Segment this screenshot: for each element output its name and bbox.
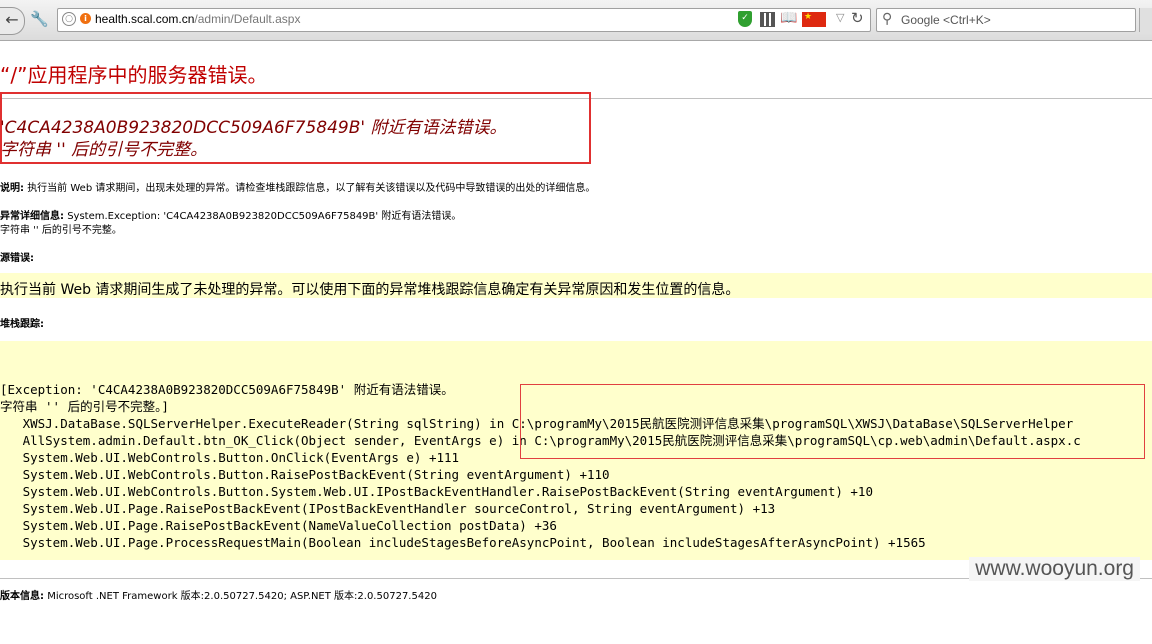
source-error-box: 执行当前 Web 请求期间生成了未处理的异常。可以使用下面的异常堆栈跟踪信息确定…	[0, 273, 1152, 298]
wrench-icon[interactable]: 🔧	[30, 10, 49, 28]
url-host: health.scal.com.cn	[95, 12, 195, 26]
exception-details: 异常详细信息: System.Exception: 'C4CA4238A0B92…	[0, 207, 461, 222]
url-text[interactable]: health.scal.com.cn/admin/Default.aspx	[95, 12, 300, 26]
exception-text: System.Exception: 'C4CA4238A0B923820DCC5…	[67, 211, 462, 222]
search-placeholder: Google <Ctrl+K>	[901, 13, 991, 27]
search-input[interactable]: ⚲ Google <Ctrl+K>	[876, 8, 1136, 32]
china-flag-icon[interactable]: ★	[802, 12, 826, 27]
source-error-text: 执行当前 Web 请求期间生成了未处理的异常。可以使用下面的异常堆栈跟踪信息确定…	[0, 282, 740, 298]
source-error-heading: 源错误:	[0, 249, 34, 264]
reader-mode-icon[interactable]: 📖	[780, 10, 797, 26]
stack-trace-line: System.Web.UI.Page.ProcessRequestMain(Bo…	[0, 535, 926, 550]
exception-text-2: 字符串 '' 后的引号不完整。	[0, 225, 122, 236]
exception-details-line2: 字符串 '' 后的引号不完整。	[0, 221, 122, 236]
stack-trace-line: System.Web.UI.WebControls.Button.System.…	[0, 484, 873, 499]
page-title: “/”应用程序中的服务器错误。	[0, 63, 268, 87]
annotation-box-stack	[520, 384, 1145, 459]
stack-trace-line: System.Web.UI.WebControls.Button.RaisePo…	[0, 467, 610, 482]
stack-trace-label: 堆栈跟踪:	[0, 319, 44, 330]
source-error-label: 源错误:	[0, 253, 34, 264]
reload-icon[interactable]: ↻	[851, 9, 864, 27]
error-message-line2: 字符串 '' 后的引号不完整。	[0, 140, 208, 160]
back-arrow-icon[interactable]: ←	[0, 7, 25, 35]
description-text: 执行当前 Web 请求期间，出现未处理的异常。请检查堆栈跟踪信息，以了解有关该错…	[27, 183, 596, 194]
stack-trace-line: System.Web.UI.Page.RaisePostBackEvent(Na…	[0, 518, 557, 533]
qr-code-icon[interactable]	[760, 12, 775, 27]
chevron-down-icon[interactable]: ▽	[836, 11, 844, 24]
error-page: “/”应用程序中的服务器错误。 'C4CA4238A0B923820DCC509…	[0, 41, 1152, 644]
toolbar-overflow[interactable]	[1139, 8, 1152, 32]
shield-icon[interactable]: ✓	[738, 11, 752, 27]
search-icon: ⚲	[882, 11, 893, 27]
address-bar[interactable]: ○ i health.scal.com.cn/admin/Default.asp…	[57, 8, 871, 32]
version-info: 版本信息: Microsoft .NET Framework 版本:2.0.50…	[0, 587, 437, 602]
globe-icon: ○	[62, 12, 76, 26]
stack-trace-line: System.Web.UI.Page.RaisePostBackEvent(IP…	[0, 501, 776, 516]
browser-toolbar: ← 🔧 ○ i health.scal.com.cn/admin/Default…	[0, 0, 1152, 41]
error-message-line1: 'C4CA4238A0B923820DCC509A6F75849B' 附近有语法…	[0, 118, 507, 138]
version-text: Microsoft .NET Framework 版本:2.0.50727.54…	[47, 591, 437, 602]
stack-trace-heading: 堆栈跟踪:	[0, 315, 44, 330]
site-info-icon[interactable]: i	[80, 13, 91, 24]
description: 说明: 执行当前 Web 请求期间，出现未处理的异常。请检查堆栈跟踪信息，以了解…	[0, 179, 595, 194]
url-path: /admin/Default.aspx	[194, 12, 301, 26]
version-label: 版本信息:	[0, 591, 44, 602]
watermark: www.wooyun.org	[969, 557, 1140, 581]
error-message: 'C4CA4238A0B923820DCC509A6F75849B' 附近有语法…	[0, 117, 506, 161]
description-label: 说明:	[0, 183, 24, 194]
